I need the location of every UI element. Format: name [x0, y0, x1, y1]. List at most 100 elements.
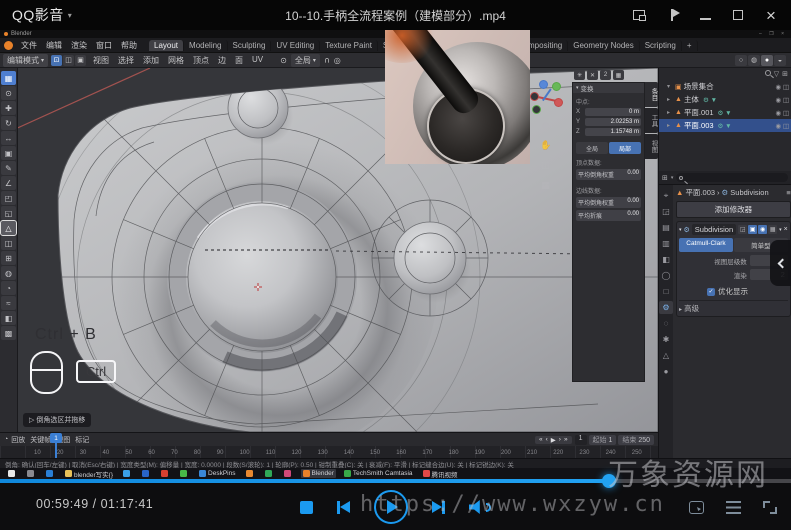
axis-value-field[interactable]: 2.02253 m [585, 118, 641, 126]
outliner-row[interactable]: ▸ ▲ 主体 ⚙ ▼ ◉ ◫ [659, 93, 791, 106]
menu-icon[interactable]: ≡ [786, 188, 790, 197]
shading-mode-icon[interactable]: ◒ [774, 55, 786, 66]
capture-icon[interactable] [689, 501, 704, 514]
visibility-icons[interactable]: ◉ ◫ [775, 83, 789, 91]
playback-button[interactable]: ‹ [546, 436, 548, 444]
overlay-toggle-icon[interactable]: 2 [600, 70, 611, 80]
axis-value-field[interactable]: 1.15748 m [585, 128, 641, 136]
current-frame-field[interactable]: 1 [575, 435, 587, 445]
visibility-icons[interactable]: ◉ ◫ [775, 122, 789, 130]
tool-icon[interactable]: ✚ [1, 101, 16, 115]
taskbar-item[interactable] [282, 469, 295, 478]
axis-y-pos[interactable] [552, 82, 561, 91]
chevron-down-icon[interactable]: ▾ [68, 11, 73, 20]
tool-icon[interactable]: ▩ [1, 326, 16, 340]
tool-icon[interactable]: ▣ [1, 146, 16, 160]
proportional-edit-icon[interactable]: ◎ [334, 56, 341, 65]
workspace-tab[interactable]: Geometry Nodes [568, 40, 639, 51]
axis-x-pos[interactable] [554, 98, 563, 107]
properties-tab-icon[interactable]: □ [659, 285, 673, 298]
tool-icon[interactable]: ▦ [1, 71, 16, 85]
previous-button[interactable] [337, 501, 350, 514]
edge-data-field[interactable]: 平均倒角权重0.00 [576, 197, 641, 208]
taskbar-item[interactable] [121, 469, 134, 478]
viewport-menu-item[interactable]: 边 [214, 54, 230, 67]
viewport-menu-item[interactable]: 选择 [114, 54, 138, 67]
collapse-icon[interactable]: ▾ [679, 227, 682, 233]
tool-icon[interactable]: ◧ [1, 311, 16, 325]
viewport-menu-item[interactable]: 面 [231, 54, 247, 67]
properties-tab-icon[interactable]: ◲ [659, 205, 673, 218]
display-toggle-icon[interactable]: ◲ [738, 225, 747, 234]
n-panel-tab[interactable]: 条目 [645, 82, 658, 107]
timeline-menu-item[interactable]: 标记 [75, 435, 89, 445]
viewport-menu-item[interactable]: 网格 [164, 54, 188, 67]
blender-logo-icon[interactable] [4, 41, 13, 50]
editor-type-icon[interactable]: ⊞ [662, 174, 668, 182]
tool-icon[interactable]: ⊙ [1, 86, 16, 100]
algorithm-button[interactable]: Catmull-Clark [679, 238, 733, 252]
workspace-tab[interactable]: Modeling [184, 40, 227, 51]
clock-icon[interactable]: ◔ [4, 436, 8, 443]
tool-icon[interactable]: ∠ [1, 176, 16, 190]
viewport-menu-item[interactable]: 添加 [139, 54, 163, 67]
menu-item[interactable]: 帮助 [117, 39, 141, 52]
playback-button[interactable]: » [564, 436, 568, 444]
progress-handle[interactable] [602, 474, 616, 488]
taskbar-item[interactable] [244, 469, 257, 478]
mean-bevel-field[interactable]: 平均倒角权重0.00 [576, 169, 641, 180]
properties-tab-icon[interactable]: ▥ [659, 237, 673, 250]
properties-tab-icon[interactable]: ◌ [659, 317, 673, 330]
axis-value-field[interactable]: 0 m [585, 108, 641, 116]
expand-icon[interactable]: ▸ [667, 109, 673, 116]
workspace-tab[interactable]: Layout [149, 40, 184, 51]
menu-item[interactable]: 文件 [17, 39, 41, 52]
menu-item[interactable]: 渲染 [67, 39, 91, 52]
workspace-tab[interactable]: + [682, 40, 698, 51]
tool-icon[interactable]: ↔ [1, 131, 16, 145]
timeline-menu-item[interactable]: 回放 [11, 435, 25, 445]
breadcrumb-modifier[interactable]: Subdivision [730, 188, 768, 197]
n-panel-tab[interactable]: 工具 [645, 108, 658, 133]
viewport-nav-icon[interactable]: ◫ [541, 160, 550, 171]
display-options-icon[interactable]: ⊞ [782, 70, 788, 78]
playlist-toggle[interactable] [770, 240, 791, 286]
edge-data-field[interactable]: 平均折痕0.00 [576, 210, 641, 221]
viewport-nav-icon[interactable]: ⊕ [542, 120, 550, 131]
search-icon[interactable] [765, 70, 771, 76]
next-button[interactable] [432, 501, 445, 514]
taskbar-item[interactable] [25, 469, 38, 478]
menu-item[interactable]: 编辑 [42, 39, 66, 52]
playback-button[interactable]: « [539, 436, 543, 444]
modifier-header[interactable]: ▾ ⚙ Subdivision ◲▣◉▦ ▾ × [679, 224, 788, 235]
taskbar-item[interactable]: Blender [301, 469, 336, 478]
overlay-toggle-icon[interactable]: ▦ [613, 70, 624, 80]
visibility-icons[interactable]: ◉ ◫ [775, 109, 789, 117]
expand-icon[interactable]: ▾ [667, 83, 673, 90]
axis-y-neg[interactable] [532, 105, 541, 114]
maximize-button[interactable] [730, 7, 746, 23]
taskbar-item[interactable] [44, 469, 57, 478]
tool-icon[interactable]: ↻ [1, 116, 16, 130]
transform-panel-header[interactable]: ▾ 变换 [573, 83, 644, 93]
taskbar-item[interactable]: DeskPins [197, 469, 237, 478]
timeline-menu-item[interactable]: 关键帧 [30, 435, 51, 445]
stop-button[interactable] [300, 501, 313, 514]
pin-button[interactable] [664, 7, 680, 23]
volume-button[interactable] [469, 500, 491, 514]
taskbar-item[interactable] [6, 469, 19, 478]
chevron-down-icon[interactable]: ▾ [671, 175, 674, 181]
outliner-row[interactable]: ▸ ▲ 平面.001 ⚙ ▼ ◉ ◫ [659, 106, 791, 119]
navigation-gizmo[interactable] [530, 80, 564, 114]
display-toggle-icon[interactable]: ▦ [768, 225, 777, 234]
orientation-selector[interactable]: 全局 ▾ [291, 54, 320, 67]
fullscreen-icon[interactable] [763, 501, 777, 514]
modifier-name-field[interactable]: Subdivision [692, 224, 736, 235]
select-mode-icon[interactable]: ⊡ [51, 55, 62, 66]
advanced-section[interactable]: ▸ 高级 [679, 300, 788, 314]
select-mode-icon[interactable]: ▣ [75, 55, 86, 66]
playback-button[interactable]: ▶ [551, 436, 556, 444]
play-button[interactable] [374, 490, 408, 524]
mode-selector[interactable]: 编辑模式 ▾ [3, 54, 48, 67]
outliner-search-input[interactable] [676, 173, 788, 182]
